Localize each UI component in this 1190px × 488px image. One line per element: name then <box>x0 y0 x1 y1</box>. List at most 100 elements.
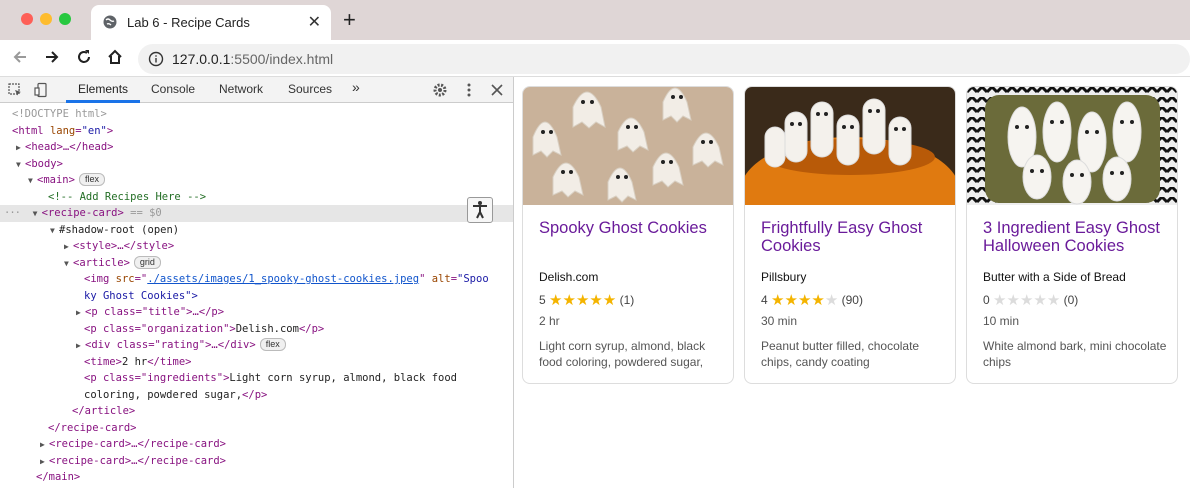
settings-gear-icon[interactable] <box>432 82 448 98</box>
review-count: (1) <box>619 293 635 307</box>
tree-line-selected[interactable]: ··· ▼ <recipe-card> == $0 <box>0 205 513 222</box>
star-empty-icon: ★ <box>993 292 1007 309</box>
expand-arrow-icon[interactable]: ▶ <box>40 437 49 454</box>
close-window-button[interactable] <box>21 13 33 25</box>
star-filled-icon: ★ <box>811 292 825 309</box>
more-tabs-button[interactable]: » <box>352 79 360 95</box>
recipe-title[interactable]: Spooky Ghost Cookies <box>539 219 725 237</box>
tree-line[interactable]: ▶ <div class="rating">…</div> flex <box>0 337 513 354</box>
recipe-image-3-ingredient-easy-ghost-halloween-cookies <box>967 87 1177 205</box>
collapse-arrow-icon[interactable]: ▼ <box>16 157 25 174</box>
tree-line[interactable]: <!DOCTYPE html> <box>0 106 513 123</box>
flex-badge[interactable]: flex <box>259 338 286 351</box>
recipe-card-node: <recipe-card>…</recipe-card> <box>49 454 227 467</box>
rating-value: 5 <box>539 293 546 307</box>
forward-arrow-icon[interactable] <box>43 48 61 66</box>
recipe-image-frightfully-easy-ghost-cookies <box>745 87 955 205</box>
recipe-organization: Delish.com <box>539 270 599 284</box>
doctype-node: <!DOCTYPE html> <box>12 108 107 120</box>
inspect-element-icon[interactable] <box>7 82 23 98</box>
tree-line[interactable]: ▼ <body> <box>0 156 513 173</box>
recipe-card[interactable]: Spooky Ghost Cookies Delish.com 5 ★★★★★ … <box>522 86 734 384</box>
img-src-link[interactable]: ./assets/images/1_spooky-ghost-cookies.j… <box>147 273 419 285</box>
tree-line[interactable]: <p class="organization">Delish.com</p> <box>0 321 513 338</box>
new-tab-button[interactable]: + <box>343 9 356 31</box>
tree-line[interactable]: </main> <box>0 469 513 486</box>
star-filled-icon: ★ <box>575 292 590 309</box>
star-empty-icon: ★ <box>824 292 839 309</box>
review-count: (0) <box>1063 293 1079 307</box>
tab-sources[interactable]: Sources <box>288 82 332 96</box>
recipe-card[interactable]: Frightfully Easy Ghost Cookies Pillsbury… <box>744 86 956 384</box>
main-close-tag: </main> <box>36 471 81 483</box>
tree-line[interactable]: ▼ <main> flex <box>0 172 513 189</box>
home-icon[interactable] <box>106 48 124 66</box>
star-filled-icon: ★ <box>589 292 603 309</box>
more-options-icon[interactable] <box>461 82 477 98</box>
recipe-time: 10 min <box>983 314 1020 328</box>
tree-line[interactable]: <!-- Add Recipes Here --> <box>0 189 513 206</box>
expand-arrow-icon[interactable]: ▶ <box>40 454 49 471</box>
url-text: 127.0.0.1:5500/index.html <box>172 51 333 67</box>
browser-tab[interactable]: Lab 6 - Recipe Cards ✕ <box>91 5 331 40</box>
expand-arrow-icon[interactable]: ▶ <box>16 140 25 157</box>
flex-badge[interactable]: flex <box>78 173 105 186</box>
star-empty-icon: ★ <box>1006 292 1020 309</box>
tree-line[interactable]: <time>2 hr</time> <box>0 354 513 371</box>
expand-arrow-icon[interactable]: ▶ <box>64 239 73 256</box>
url-path: :5500/index.html <box>230 51 334 67</box>
close-tab-icon[interactable]: ✕ <box>308 12 321 32</box>
close-devtools-icon[interactable] <box>489 82 505 98</box>
collapse-arrow-icon[interactable]: ▼ <box>64 256 73 273</box>
attr-value: ky Ghost Cookies"> <box>84 289 198 302</box>
tree-line[interactable]: <img src="./assets/images/1_spooky-ghost… <box>0 271 513 288</box>
star-empty-icon: ★ <box>1046 292 1061 309</box>
info-icon[interactable] <box>148 51 164 67</box>
tree-line[interactable]: ky Ghost Cookies"> <box>0 288 513 305</box>
star-filled-icon: ★ <box>784 292 798 309</box>
recipe-title[interactable]: Frightfully Easy Ghost Cookies <box>761 219 947 255</box>
address-bar[interactable]: 127.0.0.1:5500/index.html <box>138 44 1190 74</box>
p-title-node: <p class="title">…</p> <box>85 306 225 318</box>
expand-arrow-icon[interactable]: ▶ <box>76 305 85 322</box>
recipe-card[interactable]: 3 Ingredient Easy Ghost Halloween Cookie… <box>966 86 1178 384</box>
tree-line[interactable]: ▶ <style>…</style> <box>0 238 513 255</box>
expand-arrow-icon[interactable]: ▶ <box>76 338 85 355</box>
tab-console[interactable]: Console <box>151 82 195 96</box>
tab-network[interactable]: Network <box>219 82 263 96</box>
collapse-arrow-icon[interactable]: ▼ <box>33 206 42 223</box>
div-rating-node: <div class="rating">…</div> <box>85 339 256 351</box>
globe-icon <box>103 15 117 29</box>
grid-badge[interactable]: grid <box>133 255 161 269</box>
tab-elements[interactable]: Elements <box>78 82 128 96</box>
tree-line[interactable]: ▶ <recipe-card>…</recipe-card> <box>0 436 513 453</box>
maximize-window-button[interactable] <box>59 13 71 25</box>
article-node: <article> <box>73 256 130 269</box>
tree-line[interactable]: </recipe-card> <box>0 420 513 437</box>
devtools-panel: Elements Console Network Sources » <!DOC… <box>0 77 514 488</box>
star-rating-icon: ★★★★★ <box>549 292 616 309</box>
body-node: <body> <box>25 157 63 170</box>
collapse-arrow-icon[interactable]: ▼ <box>50 223 59 240</box>
recipe-title[interactable]: 3 Ingredient Easy Ghost Halloween Cookie… <box>983 219 1169 255</box>
device-toolbar-icon[interactable] <box>33 82 49 98</box>
back-arrow-icon[interactable] <box>11 48 29 66</box>
tree-line[interactable]: <p class="ingredients">Light corn syrup,… <box>0 370 513 387</box>
collapse-arrow-icon[interactable]: ▼ <box>28 173 37 190</box>
devtools-tab-bar: Elements Console Network Sources » <box>0 77 513 103</box>
tree-line[interactable]: </article> <box>0 403 513 420</box>
tree-line[interactable]: ▶ <head>…</head> <box>0 139 513 156</box>
active-tab-indicator <box>66 100 140 103</box>
tree-line[interactable]: <html lang="en"> <box>0 123 513 140</box>
accessibility-tree-button[interactable] <box>467 197 493 223</box>
recipe-card-node: <recipe-card>…</recipe-card> <box>49 438 227 450</box>
tree-line[interactable]: coloring, powdered sugar,</p> <box>0 387 513 404</box>
tree-line[interactable]: ▶ <p class="title">…</p> <box>0 304 513 321</box>
tree-line[interactable]: ▶ <recipe-card>…</recipe-card> <box>0 453 513 470</box>
page-viewport: Spooky Ghost Cookies Delish.com 5 ★★★★★ … <box>514 77 1190 488</box>
tree-line[interactable]: ▼ <article> grid <box>0 255 513 272</box>
minimize-window-button[interactable] <box>40 13 52 25</box>
comment-node: <!-- Add Recipes Here --> <box>48 190 207 203</box>
tree-line[interactable]: ▼ #shadow-root (open) <box>0 222 513 239</box>
reload-icon[interactable] <box>75 48 93 66</box>
